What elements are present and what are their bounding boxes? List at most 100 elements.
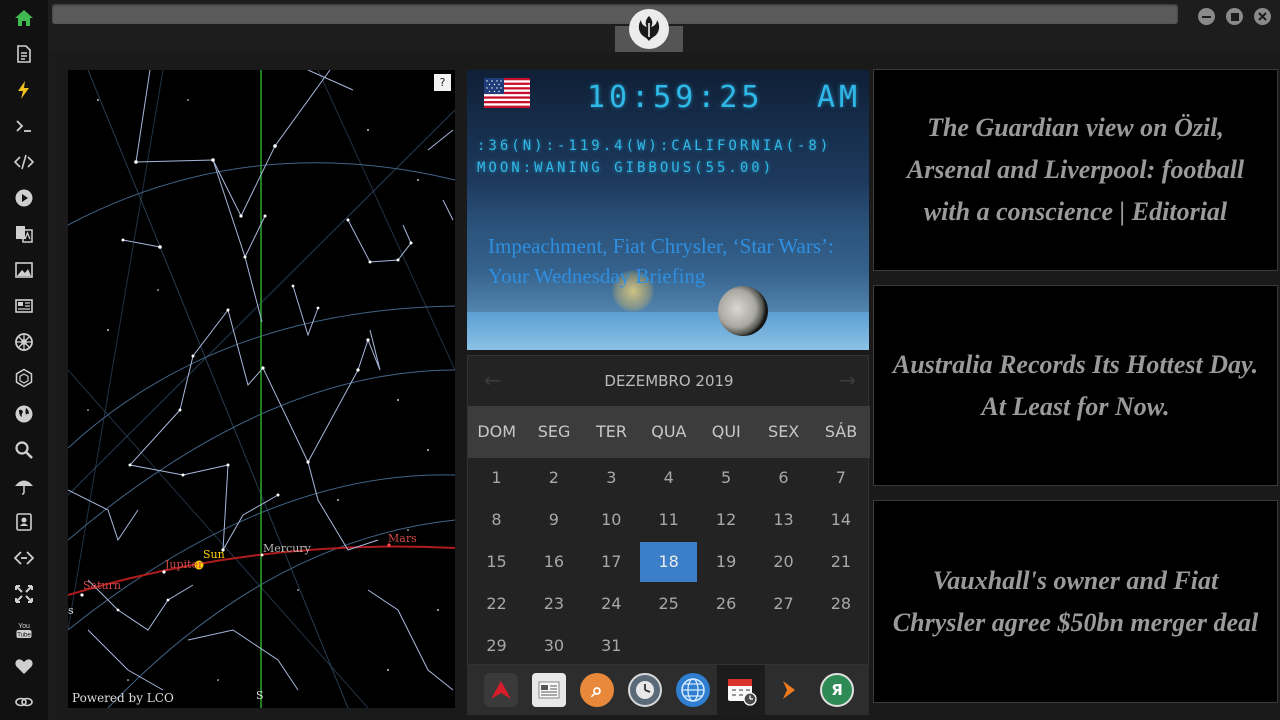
rebel-alliance-icon[interactable] [629,9,669,49]
hexagon-icon[interactable] [12,366,36,390]
moon-phase-readout: MOON:WANING GIBBOUS(55.00) [477,160,775,176]
play-circle-icon[interactable] [12,186,36,210]
calendar-day[interactable]: 7 [812,458,869,498]
calendar-day[interactable]: 6 [755,458,812,498]
briefing-headline[interactable]: Impeachment, Fiat Chrysler, ‘Star Wars’:… [488,231,838,291]
calendar-header: ← DEZEMBRO 2019 → [468,356,870,406]
lightning-icon[interactable] [12,78,36,102]
saturn-marker [80,593,84,597]
minimize-button[interactable] [1198,8,1215,25]
dock-app-search-icon[interactable]: ⌕ [580,673,614,707]
calendar-day[interactable]: 25 [640,584,697,624]
calendar-day[interactable]: 26 [698,584,755,624]
search-icon[interactable] [12,438,36,462]
clock-ampm: AM [817,80,862,115]
calendar-day[interactable]: 5 [698,458,755,498]
newspaper-icon[interactable] [12,294,36,318]
link-diamond-icon[interactable] [12,546,36,570]
close-icon [1258,12,1267,21]
weekday-label: SÁB [824,422,858,441]
weekday-label: SEX [768,422,800,441]
calendar-day[interactable]: 30 [525,626,582,666]
cloud-link-icon[interactable] [12,690,36,714]
news-card[interactable]: The Guardian view on Özil, Arsenal and L… [873,69,1278,271]
weekday-label: SEG [537,422,571,441]
youtube-icon[interactable]: You Tube [12,618,36,642]
calendar-day[interactable]: 23 [525,584,582,624]
terminal-icon[interactable] [12,114,36,138]
code-icon[interactable] [12,150,36,174]
calendar-day-today[interactable]: 18 [640,542,698,582]
svg-text:You: You [18,623,30,630]
news-headline: Vauxhall's owner and Fiat Chrysler agree… [892,565,1259,637]
clock-time: 10:59:25 [587,80,764,115]
dock-app-red-arrow-icon[interactable] [484,673,518,707]
top-bar [48,0,1280,52]
sun-label: Sun [203,548,225,561]
umbrella-icon[interactable] [12,474,36,498]
calendar-day[interactable]: 1 [468,458,525,498]
calendar-day[interactable]: 2 [525,458,582,498]
app-dock: ⌕ Я [467,665,869,715]
dock-app-calendar-icon[interactable] [717,665,765,715]
calendar-day[interactable]: 11 [640,500,697,540]
maximize-button[interactable] [1226,8,1243,25]
expand-icon[interactable] [12,582,36,606]
help-button[interactable]: ? [434,74,451,91]
calendar-day[interactable]: 9 [525,500,582,540]
calendar-day[interactable]: 27 [755,584,812,624]
dock-app-yandex-icon[interactable]: Я [820,673,854,707]
dock-app-globe-icon[interactable] [676,673,710,707]
calendar-day[interactable]: 3 [583,458,640,498]
weekday-label: QUI [711,422,741,441]
address-bar[interactable] [52,4,1178,24]
calendar-day[interactable]: 17 [583,542,640,582]
mercury-label: Mercury [263,542,311,555]
close-button[interactable] [1254,8,1271,25]
empire-icon[interactable] [12,330,36,354]
next-month-button[interactable]: → [839,368,856,392]
calendar-day[interactable]: 22 [468,584,525,624]
calendar-day[interactable]: 21 [812,542,869,582]
calendar-day[interactable]: 4 [640,458,697,498]
calendar-day[interactable]: 10 [583,500,640,540]
horizon-band [467,312,869,350]
dock-app-news-icon[interactable] [532,673,566,707]
translate-icon[interactable] [12,222,36,246]
news-headline: Australia Records Its Hottest Day. At Le… [892,349,1259,421]
home-icon[interactable] [12,6,36,30]
svg-text:Tube: Tube [17,633,31,639]
calendar-day[interactable]: 12 [698,500,755,540]
us-flag-icon [484,78,530,108]
calendar-day[interactable]: 16 [525,542,582,582]
weekday-label: TER [595,422,627,441]
calendar-day[interactable]: 8 [468,500,525,540]
news-card[interactable]: Australia Records Its Hottest Day. At Le… [873,285,1278,486]
calendar-day[interactable]: 19 [698,542,755,582]
dock-app-chevron-icon[interactable] [772,673,806,707]
globe-icon[interactable] [12,402,36,426]
dock-app-clock-icon[interactable] [628,673,662,707]
mars-label: Mars [388,532,417,545]
calendar-day[interactable]: 28 [812,584,869,624]
calendar-day[interactable]: 14 [812,500,869,540]
document-icon[interactable] [12,42,36,66]
star-chart [68,70,455,708]
weekday-label: DOM [477,422,517,441]
calendar-day[interactable]: 24 [583,584,640,624]
calendar-day[interactable]: 13 [755,500,812,540]
jupiter-label: Jupiter [165,558,204,571]
calendar-widget: ← DEZEMBRO 2019 → DOM SEG TER QUA QUI SE… [467,355,870,666]
contact-card-icon[interactable] [12,510,36,534]
location-readout: :36(N):-119.4(W):CALIFORNIA(-8) [477,138,832,154]
image-icon[interactable] [12,258,36,282]
calendar-day[interactable]: 20 [755,542,812,582]
calendar-day[interactable]: 29 [468,626,525,666]
weekday-header: DOM SEG TER QUA QUI SEX SÁB [468,406,870,458]
calendar-day[interactable]: 15 [468,542,525,582]
news-card[interactable]: Vauxhall's owner and Fiat Chrysler agree… [873,500,1278,703]
s-label: s [68,604,74,617]
heart-icon[interactable] [12,654,36,678]
calendar-day[interactable]: 31 [583,626,640,666]
sky-map[interactable]: Saturn Jupiter Sun Mercury Mars s S Powe… [68,70,455,708]
